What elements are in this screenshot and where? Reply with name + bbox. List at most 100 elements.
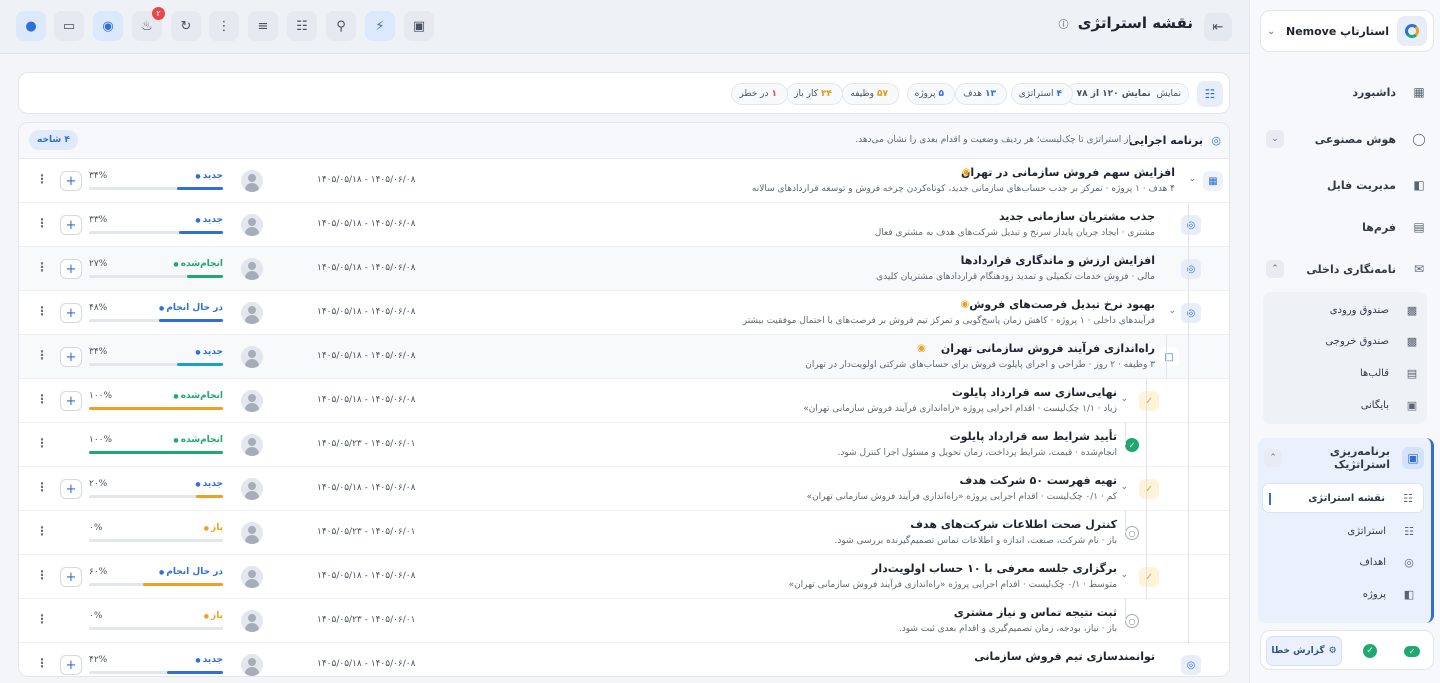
add-item-button[interactable]: + (60, 215, 82, 235)
sidebar-item-strategic-planning[interactable]: ▣ برنامه‌ریزی استراتژیک ⌃ (1258, 445, 1428, 471)
chevron-down-icon[interactable]: ⌄ (1120, 570, 1128, 580)
chip-open[interactable]: ۳۴ کار باز (786, 83, 843, 105)
branch-count-badge[interactable]: ۴ شاخه (29, 130, 78, 150)
status-label[interactable]: باز ● (89, 611, 223, 621)
chevron-down-icon[interactable]: ⌄ (1168, 306, 1176, 316)
sidebar-item-ai[interactable]: ◯ هوش مصنوعی ⌄ (1260, 126, 1434, 152)
avatar[interactable] (241, 390, 263, 412)
chip-task[interactable]: ۵۷ وظیفه (842, 83, 899, 105)
hierarchy-icon[interactable]: ☷ (287, 11, 317, 41)
status-label[interactable]: جدید ● (89, 655, 223, 665)
table-row[interactable]: ✓ ⌄ نهایی‌سازی سه قرارداد پایلوت زیاد · ۱/۱… (19, 379, 1229, 423)
add-item-button[interactable]: + (60, 347, 82, 367)
panel-icon[interactable]: ▣ (404, 11, 434, 41)
row-menu-icon[interactable]: ⋮ (36, 304, 48, 318)
row-menu-icon[interactable]: ⋮ (36, 436, 48, 450)
sidebar-item-forms[interactable]: ▤ فرم‌ها (1260, 214, 1434, 240)
table-row[interactable]: ○ ثبت نتیجه تماس و نیاز مشتری باز · نیاز، … (19, 599, 1229, 643)
sidebar-subitem-strategy-map[interactable]: ☷ نقشه استراتژی (1262, 483, 1424, 513)
row-menu-icon[interactable]: ⋮ (36, 172, 48, 186)
row-menu-icon[interactable]: ⋮ (36, 392, 48, 406)
row-menu-icon[interactable]: ⋮ (36, 348, 48, 362)
avatar[interactable] (241, 434, 263, 456)
add-item-button[interactable]: + (60, 479, 82, 499)
window-icon[interactable]: ▭ (54, 11, 84, 41)
add-item-button[interactable]: + (60, 259, 82, 279)
sidebar-item-mail[interactable]: ✉ نامه‌نگاری داخلی ⌃ (1260, 256, 1434, 282)
chevron-down-icon[interactable]: ⌄ (1188, 174, 1196, 184)
sidebar-subitem-outbox[interactable]: ▩ صندوق خروجی (1263, 329, 1427, 353)
chip-risk[interactable]: ۱ در خطر (731, 83, 788, 105)
chip-show[interactable]: نمایش نمایش ۱۲۰ از ۷۸ (1065, 83, 1189, 105)
row-menu-icon[interactable]: ⋮ (36, 260, 48, 274)
lightning-icon[interactable]: ⚡ (365, 11, 395, 41)
table-row[interactable]: ◎ افزایش ارزش و ماندگاری قراردادها مالی · … (19, 247, 1229, 291)
status-label[interactable]: در حال انجام ● (89, 303, 223, 313)
sidebar-subitem-projects[interactable]: ◧ پروژه (1262, 582, 1424, 606)
refresh-icon[interactable]: ↻ (171, 11, 201, 41)
hierarchy-view-icon[interactable]: ☷ (1197, 81, 1223, 107)
table-row[interactable]: □ راه‌اندازی فرآیند فروش سازمانی تهران ◉ ۳ … (19, 335, 1229, 379)
user-icon[interactable]: ● (16, 11, 46, 41)
table-row[interactable]: ◎ توانمندسازی تیم فروش سازمانی ۱۴۰۵/۰۶/۰۸ … (19, 643, 1229, 676)
avatar[interactable] (241, 478, 263, 500)
chip-project[interactable]: ۵ پروژه (906, 83, 955, 105)
table-row[interactable]: ✓ ⌄ برگزاری جلسه معرفی با ۱۰ حساب اولویت‌د… (19, 555, 1229, 599)
avatar[interactable] (241, 610, 263, 632)
status-label[interactable]: باز ● (89, 523, 223, 533)
avatar[interactable] (241, 654, 263, 676)
cloud-sync-button[interactable]: ✓ (1393, 636, 1431, 666)
status-label[interactable]: جدید ● (89, 171, 223, 181)
chevron-down-icon[interactable]: ⌄ (1266, 130, 1284, 148)
collapse-sidebar-icon[interactable]: ⇤ (1204, 13, 1232, 41)
sidebar-subitem-archive[interactable]: ▣ بایگانی (1263, 393, 1427, 417)
chevron-up-icon[interactable]: ⌃ (1264, 449, 1282, 467)
avatar[interactable] (241, 258, 263, 280)
table-row[interactable]: ○ کنترل صحت اطلاعات شرکت‌های هدف باز · نام… (19, 511, 1229, 555)
support-icon[interactable]: ◉ (93, 11, 123, 41)
chip-strategy[interactable]: ۴ استراتژی (1010, 83, 1073, 105)
sidebar-item-files[interactable]: ◧ مدیریت فایل (1260, 172, 1434, 198)
table-row[interactable]: ▦ ⌄ افزایش سهم فروش سازمانی در تهران ◉ ۴ هدف… (19, 159, 1229, 203)
avatar[interactable] (241, 214, 263, 236)
avatar[interactable] (241, 170, 263, 192)
row-menu-icon[interactable]: ⋮ (36, 612, 48, 626)
table-row[interactable]: ✓ ⌄ تهیه فهرست ۵۰ شرکت هدف کم · ۰/۱ چک‌لیست… (19, 467, 1229, 511)
add-item-button[interactable]: + (60, 303, 82, 323)
chevron-down-icon[interactable]: ⌄ (1120, 482, 1128, 492)
add-item-button[interactable]: + (60, 171, 82, 191)
workspace-switcher[interactable]: استارتاپ Nemove ⌄ (1260, 10, 1434, 52)
status-label[interactable]: جدید ● (89, 479, 223, 489)
filter-icon[interactable]: ≡ (248, 11, 278, 41)
status-check-button[interactable]: ✓ (1351, 636, 1389, 666)
add-item-button[interactable]: + (60, 391, 82, 411)
row-menu-icon[interactable]: ⋮ (36, 524, 48, 538)
sidebar-subitem-inbox[interactable]: ▩ صندوق ورودی (1263, 298, 1427, 322)
avatar[interactable] (241, 566, 263, 588)
chevron-up-icon[interactable]: ⌃ (1266, 260, 1284, 278)
avatar[interactable] (241, 302, 263, 324)
add-item-button[interactable]: + (60, 567, 82, 587)
sidebar-subitem-strategy[interactable]: ☷ استراتژی (1262, 519, 1424, 543)
table-row[interactable]: ◎ ⌄ بهبود نرخ تبدیل فرصت‌های فروش ◉ فرآیندها… (19, 291, 1229, 335)
sidebar-subitem-goals[interactable]: ◎ اهداف (1262, 550, 1424, 574)
more-vertical-icon[interactable]: ⋮ (209, 11, 239, 41)
chevron-down-icon[interactable]: ⌄ (1120, 394, 1128, 404)
report-error-button[interactable]: ⚙ گزارش خطا (1266, 636, 1342, 666)
search-icon[interactable]: ⚲ (326, 11, 356, 41)
row-menu-icon[interactable]: ⋮ (36, 216, 48, 230)
status-label[interactable]: جدید ● (89, 215, 223, 225)
avatar[interactable] (241, 346, 263, 368)
row-menu-icon[interactable]: ⋮ (36, 656, 48, 670)
add-item-button[interactable]: + (60, 655, 82, 675)
chip-goal[interactable]: ۱۳ هدف (955, 83, 1007, 105)
status-label[interactable]: انجام‌شده ● (89, 259, 223, 269)
bell-icon[interactable]: ♨ ۲ (132, 7, 165, 41)
row-menu-icon[interactable]: ⋮ (36, 568, 48, 582)
info-icon[interactable]: ⓘ (1059, 20, 1069, 31)
row-menu-icon[interactable]: ⋮ (36, 480, 48, 494)
sidebar-item-dashboard[interactable]: ▦ داشبورد (1260, 79, 1434, 105)
status-label[interactable]: در حال انجام ● (89, 567, 223, 577)
avatar[interactable] (241, 522, 263, 544)
table-row[interactable]: ✓ تأیید شرایط سه قرارداد پایلوت انجام‌شده … (19, 423, 1229, 467)
